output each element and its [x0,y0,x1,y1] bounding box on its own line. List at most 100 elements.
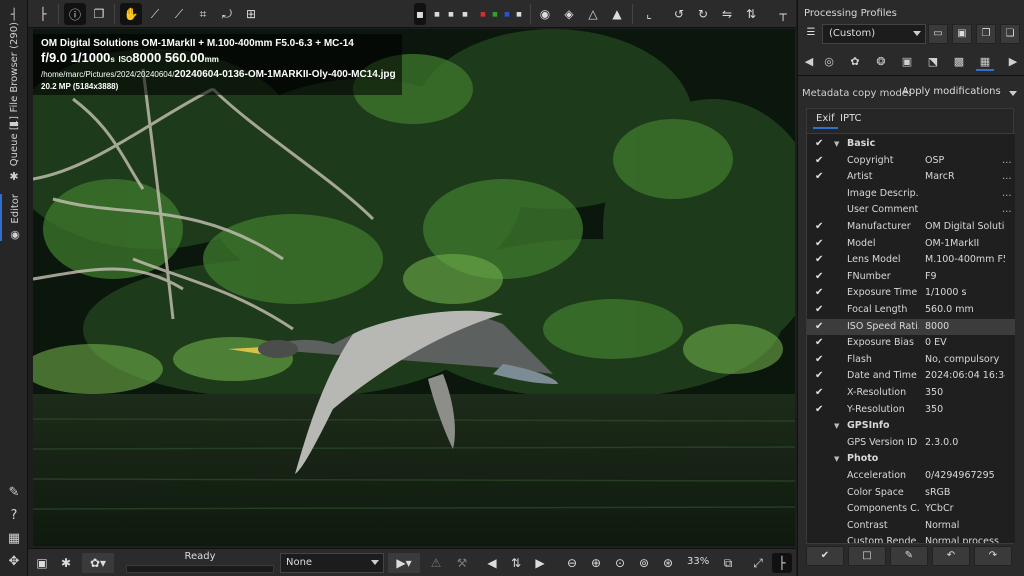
checkmark-icon[interactable]: ✔ [815,385,823,401]
prev-tab-icon[interactable]: ◀ [800,53,818,71]
tree-item-row[interactable]: ✔ Exposure Time 1/1000 s [807,285,1015,301]
panel-right-toggle-icon[interactable]: ├ [772,553,792,573]
undo-all-icon[interactable]: ↷ [974,546,1012,566]
metadata-copy-mode-select[interactable]: Apply modifications [902,86,1020,102]
edit-ellipsis-icon[interactable]: … [1002,169,1012,185]
crop-icon[interactable]: ⌗ [192,3,214,25]
perspective-icon[interactable]: ⊞ [240,3,262,25]
undo-icon[interactable]: ↶ [932,546,970,566]
tab-editor[interactable]: Editor ◉ [0,194,28,241]
rotate-right-icon[interactable]: ↻ [692,3,714,25]
tree-group-row[interactable]: ▼ GPSInfo [807,418,1015,434]
tab-exif[interactable]: Exif [813,113,838,129]
next-image-icon[interactable]: ▶ [530,553,550,573]
edit-ellipsis-icon[interactable]: … [1002,202,1012,218]
checkmark-icon[interactable]: ✔ [815,153,823,169]
open-profile-icon[interactable]: ▭ [928,24,948,44]
highlight-warning-icon[interactable]: ▲ [606,3,628,25]
false-color-icon[interactable]: ◈ [558,3,580,25]
before-after-icon[interactable]: ❐ [88,3,110,25]
help-icon[interactable]: ? [5,507,23,525]
metadata-tab-icon[interactable]: ▦ [976,53,994,71]
checkmark-icon[interactable]: ✔ [815,169,823,185]
copy-profile-icon[interactable]: ❐ [976,24,996,44]
tree-item-row[interactable]: ✔ Model OM-1MarkII [807,236,1015,252]
exif-tree[interactable]: ✔ ▼ Basic ✔ Copyright OSP… ✔ Artist MarcR… Image … [807,133,1015,543]
apply-checkmark-icon[interactable]: ✔ [806,546,844,566]
tree-item-row[interactable]: ✔ Y-Resolution 350 [807,402,1015,418]
luma-channel-icon[interactable]: ■ [430,3,444,25]
rotate-icon[interactable]: ⤾ [216,3,238,25]
reset-square-icon[interactable]: □ [848,546,886,566]
tree-group-row[interactable]: ✔ ▼ Basic [807,136,1015,152]
focus-mask-icon[interactable]: ◉ [534,3,556,25]
tree-item-row[interactable]: ✔ Lens Model M.100-400mm F5... [807,252,1015,268]
tab-queue[interactable]: Queue [1] ✱ [0,116,28,183]
edit-ellipsis-icon[interactable]: … [1002,186,1012,202]
histogram-icon[interactable]: ⌞ [638,3,660,25]
snapshot-icon[interactable]: ▶▾ [388,553,420,573]
flip-v-icon[interactable]: ⇅ [740,3,762,25]
tree-item-row[interactable]: ✔ ISO Speed Rati... 8000 [807,318,1015,335]
transform-tab-icon[interactable]: ⬔ [924,53,942,71]
profile-list-icon[interactable]: ☰ [801,24,821,44]
tree-item-row[interactable]: ✔ Flash No, compulsory [807,352,1015,368]
white-balance-picker-icon[interactable]: ⟋ [144,3,166,25]
expand-arrow-icon[interactable]: ▼ [834,418,839,434]
tree-item-row[interactable]: Color Space sRGB [807,485,1015,501]
checkmark-icon[interactable]: ✔ [815,352,823,368]
tab-file-browser[interactable]: File Browser (290) ▬ [0,22,28,130]
save-profile-icon[interactable]: ▣ [952,24,972,44]
fullscreen-icon[interactable]: ⤢ [748,553,768,573]
checkmark-icon[interactable]: ✔ [815,335,823,351]
flip-h-icon[interactable]: ⇋ [716,3,738,25]
chroma-channel-icon[interactable]: ■ [444,3,458,25]
tab-iptc[interactable]: IPTC [837,113,864,129]
tree-item-row[interactable]: ✔ Focal Length 560.0 mm [807,302,1015,318]
checkmark-icon[interactable]: ✔ [815,402,823,418]
straighten-icon[interactable]: ├ [32,3,54,25]
paste-profile-icon[interactable]: ❏ [1000,24,1020,44]
zoom-out-icon[interactable]: ⊖ [562,553,582,573]
tree-item-row[interactable]: Custom Rende... Normal process [807,534,1015,543]
zoom-fit-crop-icon[interactable]: ⊛ [658,553,678,573]
detail-tab-icon[interactable]: ✿ [846,53,864,71]
tree-item-row[interactable]: Acceleration 0/4294967295 [807,468,1015,484]
open-with-icon[interactable]: ✿▾ [82,553,114,573]
exposure-tab-icon[interactable]: ◎ [820,53,838,71]
checkmark-icon[interactable]: ✔ [815,269,823,285]
color-tab-icon[interactable]: ❂ [872,53,890,71]
checkmark-icon[interactable]: ✔ [815,368,823,384]
move-icon[interactable]: ✥ [5,553,23,571]
zoom-100-icon[interactable]: ⊙ [610,553,630,573]
preview-profile-select[interactable]: None [280,553,384,573]
checkmark-icon[interactable]: ✔ [815,252,823,268]
shadow-warning-icon[interactable]: △ [582,3,604,25]
a-channel-icon[interactable]: ■ [512,3,526,25]
save-icon[interactable]: ▣ [32,553,52,573]
panel-toggle-icon[interactable]: ┬ [772,3,794,25]
tree-item-row[interactable]: ✔ Artist MarcR… [807,169,1015,185]
tree-item-row[interactable]: ✔ FNumber F9 [807,269,1015,285]
checkmark-icon[interactable]: ✔ [815,285,823,301]
tree-item-row[interactable]: ✔ X-Resolution 350 [807,385,1015,401]
new-editor-icon[interactable]: ✎ [5,484,23,502]
image-preview[interactable]: OM Digital Solutions OM-1MarkII + M.100-… [33,29,795,546]
hand-tool-icon[interactable]: ✋ [120,3,142,25]
queue-add-icon[interactable]: ✱ [56,553,76,573]
tree-item-row[interactable]: Components C... YCbCr [807,501,1015,517]
checkmark-icon[interactable]: ✔ [815,219,823,235]
checkmark-icon[interactable]: ✔ [815,302,823,318]
checkmark-icon[interactable]: ✔ [815,319,823,335]
sync-icon[interactable]: ⇅ [506,553,526,573]
expand-arrow-icon[interactable]: ▼ [834,451,839,467]
checkmark-icon[interactable]: ✔ [815,236,823,252]
tree-item-row[interactable]: Contrast Normal [807,518,1015,534]
edit-pencil-icon[interactable]: ✎ [890,546,928,566]
tree-item-row[interactable]: ✔ Date and Time ... 2024:06:04 16:34:44 [807,368,1015,384]
tree-item-row[interactable]: GPS Version ID 2.3.0.0 [807,435,1015,451]
zoom-fit-icon[interactable]: ⊚ [634,553,654,573]
tree-item-row[interactable]: ✔ Exposure Bias 0 EV [807,335,1015,351]
tree-group-row[interactable]: ▼ Photo [807,451,1015,467]
hist-mode-icon[interactable]: ▪ [414,3,426,25]
